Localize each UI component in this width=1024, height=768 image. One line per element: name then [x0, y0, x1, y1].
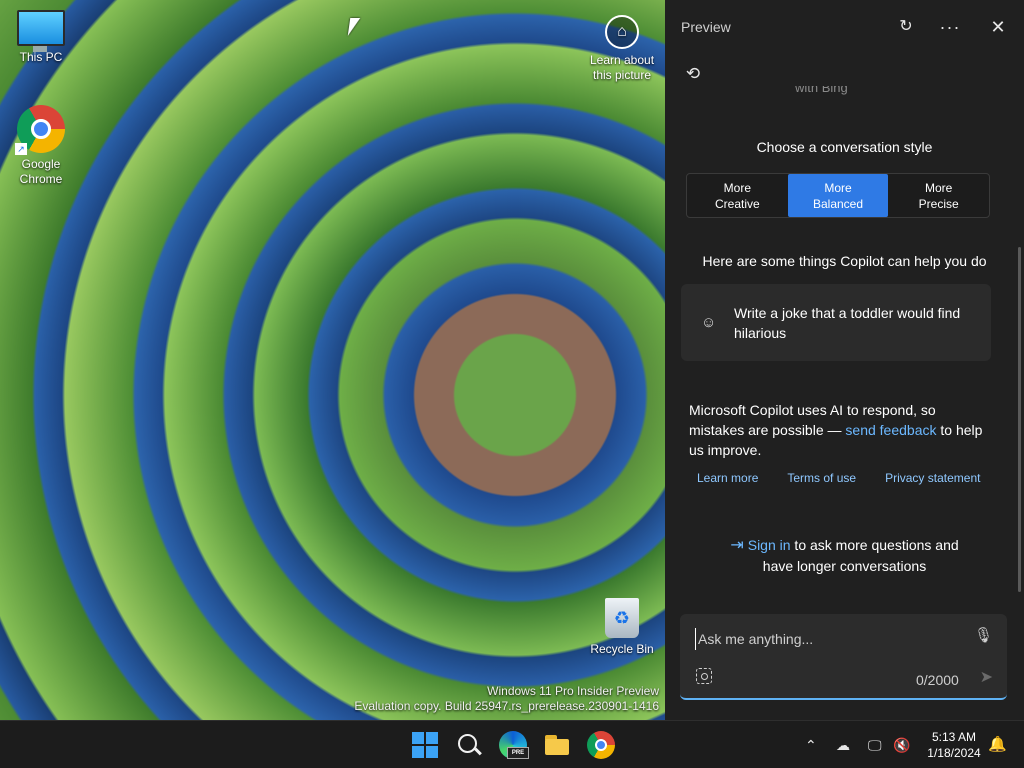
windows-logo-icon	[426, 732, 438, 744]
ask-input[interactable]	[695, 628, 970, 650]
recycle-bin-icon: ♻	[605, 598, 639, 638]
sign-in-prompt: ⇥ Sign in to ask more questions and have …	[665, 535, 1024, 576]
style-label-line2: Balanced	[812, 196, 864, 211]
close-button[interactable]: ✕	[984, 13, 1012, 41]
desktop-icon-recycle-bin[interactable]: ♻ Recycle Bin	[582, 598, 662, 657]
shortcut-arrow-icon: ↗	[15, 143, 27, 155]
close-icon: ✕	[990, 17, 1006, 37]
watermark-line-1: Windows 11 Pro Insider Preview	[487, 684, 659, 698]
edge-preview-icon[interactable]: PRE	[499, 731, 529, 759]
sign-in-icon: ⇥	[730, 537, 744, 554]
windows-logo-icon	[426, 746, 438, 758]
style-label-line2: Creative	[714, 196, 760, 211]
sign-in-text: to ask more questions and	[790, 537, 959, 553]
with-bing-label: with Bing	[795, 86, 848, 95]
desktop-icon-this-pc[interactable]: This PC	[1, 10, 81, 65]
desktop-icon-label: Learn about this picture	[589, 53, 655, 82]
help-heading: Here are some things Copilot can help yo…	[702, 253, 987, 269]
chrome-taskbar-icon[interactable]	[587, 731, 615, 759]
privacy-statement-link[interactable]: Privacy statement	[885, 471, 980, 485]
panel-header: Preview ↻ ··· ✕	[665, 0, 1024, 54]
policy-links: Learn more Terms of use Privacy statemen…	[697, 471, 1009, 485]
terms-of-use-link[interactable]: Terms of use	[787, 471, 856, 485]
clock[interactable]: 5:13 AM 1/18/2024	[920, 729, 988, 761]
refresh-icon: ↻	[899, 18, 913, 35]
clock-date: 1/18/2024	[927, 746, 981, 760]
style-creative-button[interactable]: More Creative	[687, 174, 788, 217]
smile-icon: ☺	[701, 314, 717, 331]
evaluation-watermark: Windows 11 Pro Insider Preview Evaluatio…	[354, 684, 659, 714]
desktop-icon-google-chrome[interactable]: ↗ Google Chrome	[1, 105, 81, 187]
ai-disclaimer: Microsoft Copilot uses AI to respond, so…	[689, 400, 994, 460]
send-icon[interactable]: ➤	[980, 667, 993, 687]
send-feedback-link[interactable]: send feedback	[845, 422, 936, 438]
more-icon: ···	[939, 17, 961, 37]
panel-title: Preview	[681, 19, 731, 35]
desktop-icon-learn-about-picture[interactable]: ⌂ Learn about this picture	[582, 12, 662, 83]
panel-scrollbar[interactable]	[1018, 247, 1021, 592]
conversation-style-heading: Choose a conversation style	[756, 139, 933, 155]
screenshot-icon[interactable]	[696, 668, 712, 684]
desktop-icon-label: Google Chrome	[19, 157, 63, 186]
style-label-line1: More	[925, 180, 953, 195]
desktop-icon-label: This PC	[19, 50, 63, 64]
notification-bell-icon[interactable]: 🔔	[988, 735, 1007, 755]
learn-more-link[interactable]: Learn more	[697, 471, 758, 485]
watermark-line-2: Evaluation copy. Build 25947.rs_prerelea…	[354, 699, 659, 713]
suggestion-card[interactable]: ☺ Write a joke that a toddler would find…	[681, 284, 991, 361]
conversation-style-selector: More Creative More Balanced More Precise	[686, 173, 990, 218]
style-label-line1: More	[824, 180, 852, 195]
style-precise-button[interactable]: More Precise	[888, 174, 989, 217]
mouse-cursor-icon	[347, 18, 361, 36]
suggestion-text: Write a joke that a toddler would find h…	[734, 305, 961, 341]
edge-preview-badge: PRE	[507, 747, 529, 759]
search-icon[interactable]	[455, 731, 483, 759]
this-pc-icon	[17, 10, 65, 52]
windows-logo-icon	[412, 746, 424, 758]
onedrive-cloud-icon[interactable]: ☁	[836, 735, 850, 755]
style-label-line2: Precise	[918, 196, 959, 211]
chat-composer: 🎙 0/2000 ➤	[680, 614, 1007, 700]
desktop-icon-label: Recycle Bin	[590, 642, 654, 656]
style-label-line1: More	[723, 180, 751, 195]
volume-muted-icon[interactable]: 🔇	[893, 735, 910, 755]
taskbar: PRE ⌃ ☁ 🖵 🔇 5:13 AM 1/18/2024 🔔	[0, 720, 1024, 768]
style-balanced-button[interactable]: More Balanced	[787, 174, 889, 217]
show-hidden-icons-chevron-icon[interactable]: ⌃	[805, 735, 817, 755]
more-options-button[interactable]: ···	[936, 13, 964, 41]
sign-in-text-line2: have longer conversations	[762, 558, 927, 574]
file-explorer-icon[interactable]	[543, 731, 571, 759]
sign-in-link[interactable]: Sign in	[748, 537, 791, 553]
refresh-button[interactable]: ↻	[892, 13, 920, 41]
spotlight-icon: ⌂	[605, 15, 639, 49]
windows-logo-icon	[412, 732, 424, 744]
history-icon[interactable]: ⟲	[681, 62, 705, 86]
start-button[interactable]	[411, 731, 439, 759]
clock-time: 5:13 AM	[931, 730, 977, 744]
desktop-wallpaper: This PC ↗ Google Chrome ⌂ Learn about th…	[0, 0, 665, 720]
character-count: 0/2000	[916, 672, 959, 688]
copilot-panel: Preview ↻ ··· ✕ ⟲ with Bing Choose a con…	[665, 0, 1024, 720]
microphone-icon[interactable]: 🎙	[974, 626, 993, 644]
network-icon[interactable]: 🖵	[868, 735, 882, 755]
